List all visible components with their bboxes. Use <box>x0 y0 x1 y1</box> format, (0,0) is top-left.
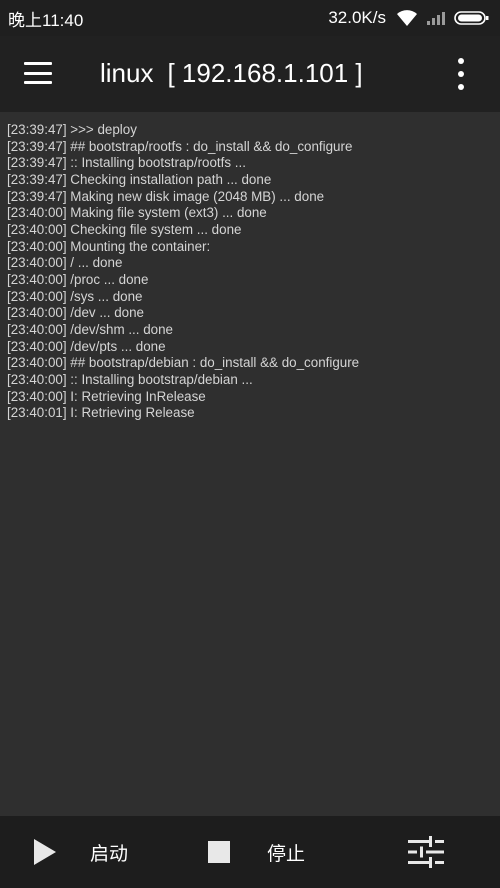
more-vert-icon[interactable] <box>455 58 467 90</box>
log-line: [23:40:00] /proc ... done <box>7 271 149 287</box>
log-line: [23:39:47] ## bootstrap/rootfs : do_inst… <box>7 138 353 154</box>
log-line: [23:40:00] /sys ... done <box>7 288 143 304</box>
status-indicators: 32.0K/s <box>328 8 490 28</box>
log-line: [23:40:00] /dev/shm ... done <box>7 321 174 337</box>
log-line: [23:39:47] Making new disk image (2048 M… <box>7 188 325 204</box>
log-line: [23:40:00] ## bootstrap/debian : do_inst… <box>7 355 360 371</box>
log-line: [23:40:00] Mounting the container: <box>7 238 211 254</box>
tune-icon[interactable] <box>408 836 444 868</box>
log-line: [23:40:01] I: Retrieving Release <box>7 405 195 421</box>
log-line: [23:40:00] Checking file system ... done <box>7 221 242 237</box>
page-title: linux [ 192.168.1.101 ] <box>100 58 363 89</box>
log-line: [23:40:00] / ... done <box>7 255 123 271</box>
stop-button[interactable]: 停止 <box>208 816 305 888</box>
log-line: [23:40:00] I: Retrieving InRelease <box>7 388 206 404</box>
stop-icon <box>208 841 230 863</box>
start-button[interactable]: 启动 <box>34 816 128 888</box>
menu-icon[interactable] <box>24 62 52 84</box>
log-line: [23:39:47] Checking installation path ..… <box>7 171 272 187</box>
log-line: [23:39:47] :: Installing bootstrap/rootf… <box>7 155 246 171</box>
signal-icon <box>427 12 445 25</box>
app-bar: linux [ 192.168.1.101 ] <box>0 36 500 112</box>
status-time: 晚上11:40 <box>8 10 84 30</box>
play-icon <box>34 839 56 865</box>
log-line: [23:40:00] Making file system (ext3) ...… <box>7 205 267 221</box>
log-line: [23:40:00] /dev ... done <box>7 305 144 321</box>
wifi-icon <box>397 10 417 26</box>
app-screen: 晚上11:40 32.0K/s linux[ 192.168.1.101] [… <box>0 0 500 888</box>
start-label: 启动 <box>90 843 129 865</box>
bottom-toolbar: 启动 停止 <box>0 816 500 888</box>
server-address: [ 192.168.1.101 ] <box>167 58 363 88</box>
status-bar: 晚上11:40 32.0K/s <box>0 0 500 36</box>
network-speed: 32.0K/s <box>328 8 386 27</box>
log-line: [23:40:00] :: Installing bootstrap/debia… <box>7 371 253 387</box>
stop-label: 停止 <box>267 843 306 865</box>
log-line: [23:39:47] >>> deploy <box>7 122 137 137</box>
log-output[interactable]: [23:39:47] >>> deploy [23:39:47] ## boots… <box>0 112 500 816</box>
log-line: [23:40:00] /dev/pts ... done <box>7 338 166 354</box>
profile-name: linux <box>100 58 154 88</box>
battery-icon <box>454 11 489 25</box>
